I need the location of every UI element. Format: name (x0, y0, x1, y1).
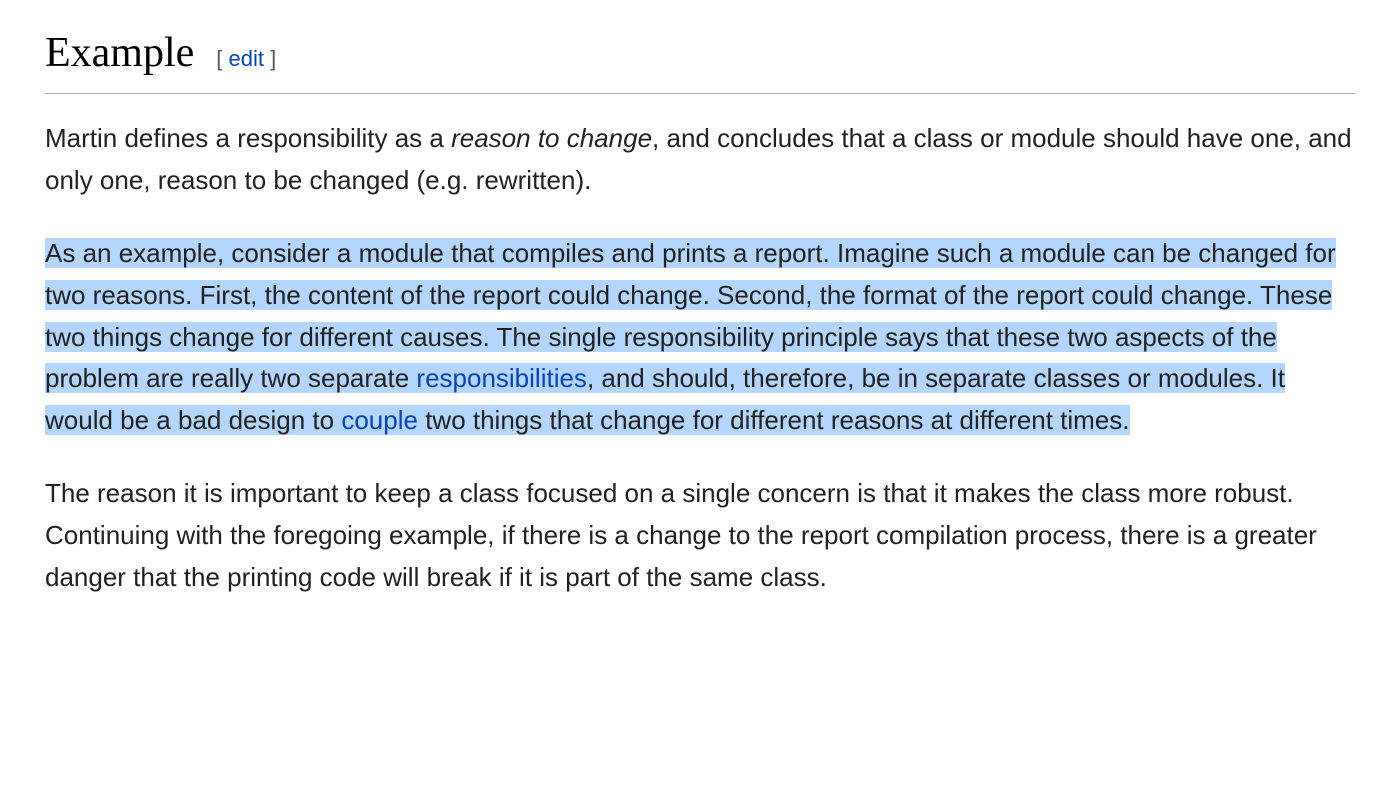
section-title: Example (45, 20, 194, 87)
link-responsibilities[interactable]: responsibilities (416, 363, 587, 393)
bracket-open: [ (216, 46, 228, 71)
paragraph-example: As an example, consider a module that co… (45, 233, 1355, 441)
edit-link[interactable]: edit (229, 46, 264, 71)
text-run: two things that change for different rea… (418, 405, 1130, 435)
edit-section-wrapper: [ edit ] (216, 41, 276, 76)
link-couple[interactable]: couple (341, 405, 418, 435)
bracket-close: ] (264, 46, 276, 71)
section-heading: Example [ edit ] (45, 20, 1355, 94)
selected-text: As an example, consider a module that co… (45, 238, 1336, 434)
paragraph-reason: The reason it is important to keep a cla… (45, 473, 1355, 598)
italic-phrase: reason to change (451, 123, 652, 153)
paragraph-intro: Martin defines a responsibility as a rea… (45, 118, 1355, 201)
text-run: Martin defines a responsibility as a (45, 123, 451, 153)
text-run: The reason it is important to keep a cla… (45, 478, 1317, 591)
